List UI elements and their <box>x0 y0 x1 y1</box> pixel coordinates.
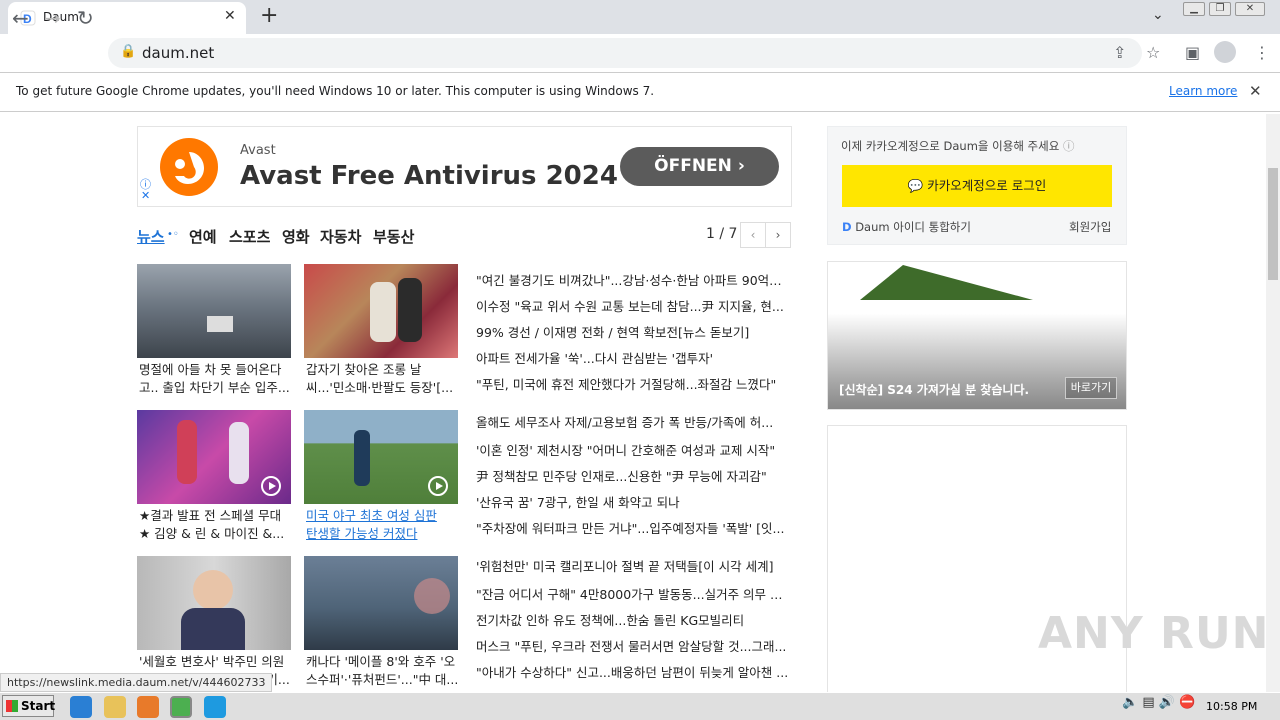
lock-icon[interactable]: 🔒 <box>120 44 136 59</box>
news-thumb-3[interactable] <box>137 410 291 504</box>
tab-close-icon[interactable]: ✕ <box>224 8 236 24</box>
news-thumb-caption[interactable]: 고.. 출입 차단기 부순 입주... <box>139 379 295 397</box>
ad-cta-label: ÖFFNEN <box>654 156 732 176</box>
share-icon[interactable]: ⇪ <box>1113 43 1126 62</box>
learn-more-link[interactable]: Learn more <box>1169 84 1237 98</box>
windows-flag-icon <box>6 700 18 712</box>
url-text[interactable]: daum.net <box>142 44 214 62</box>
news-thumb-caption[interactable]: '세월호 변호사' 박주민 의원 <box>139 653 295 671</box>
ad-close-icon[interactable]: ✕ <box>141 189 150 202</box>
kakao-login-button[interactable]: 💬 카카오계정으로 로그인 <box>842 165 1112 207</box>
info-icon[interactable]: ⓘ <box>1063 139 1075 153</box>
tab-cars[interactable]: 자동차 <box>320 226 361 247</box>
signup-link[interactable]: 회원가입 <box>1069 219 1111 235</box>
ad-brand: Avast <box>240 143 276 158</box>
menu-kebab-icon[interactable]: ⋮ <box>1254 43 1270 62</box>
banner-shape-icon <box>860 265 1033 300</box>
media-player-icon[interactable] <box>137 696 159 718</box>
tab-search-chevron-icon[interactable]: ⌄ <box>1152 7 1164 23</box>
tab-news-dots-icon: •◦ <box>167 229 179 240</box>
explorer-folder-icon[interactable] <box>104 696 126 718</box>
window-close-button[interactable]: ✕ <box>1235 2 1265 16</box>
ie-icon[interactable] <box>70 696 92 718</box>
headline-link[interactable]: 올해도 세무조사 자제/고용보험 증가 폭 반등/가족에 허... <box>476 412 792 431</box>
news-thumb-1[interactable] <box>137 264 291 358</box>
headline-link[interactable]: "잔금 어디서 구해" 4만8000가구 발동동...실거주 의무 완... <box>476 584 792 603</box>
status-url: https://newslink.media.daum.net/v/444602… <box>0 673 273 692</box>
back-arrow-icon[interactable]: ← <box>12 6 29 30</box>
headline-link[interactable]: 이수정 "육교 위서 수원 교통 보는데 참담...尹 지지율, 현... <box>476 296 792 315</box>
chrome-icon[interactable] <box>170 696 192 718</box>
headline-link[interactable]: '이혼 인정' 제천시장 "어머니 간호해준 여성과 교제 시작" <box>476 440 792 459</box>
headline-link[interactable]: "푸틴, 미국에 휴전 제안했다가 거절당해...좌절감 느꼈다" <box>476 374 792 393</box>
headline-link[interactable]: 머스크 "푸틴, 우크라 전쟁서 물러서면 암살당할 것...그래... <box>476 636 792 655</box>
integrate-label: Daum 아이디 통합하기 <box>855 220 971 234</box>
prev-page-button[interactable]: ‹ <box>740 222 766 248</box>
headline-link[interactable]: 99% 경선 / 이재명 전화 / 현역 확보전[뉴스 돋보기] <box>476 322 792 341</box>
ad-open-button[interactable]: ÖFFNEN › <box>620 147 779 186</box>
headline-link[interactable]: '산유국 꿈' 7광구, 한일 새 화약고 되나 <box>476 492 792 511</box>
reload-icon[interactable]: ↻ <box>77 6 94 30</box>
new-tab-button[interactable]: + <box>260 3 278 28</box>
avast-ad-banner[interactable]: Avast Avast Free Antivirus 2024 ÖFFNEN ›… <box>137 126 792 207</box>
news-thumb-6[interactable] <box>304 556 458 650</box>
side-panel-icon[interactable]: ▣ <box>1185 43 1200 62</box>
login-tip-text: 이제 카카오계정으로 Daum을 이용해 주세요 <box>841 139 1060 153</box>
infobar-message: To get future Google Chrome updates, you… <box>16 84 655 98</box>
banner-text: [신착순] S24 가져가실 분 찾습니다. <box>839 383 1030 397</box>
news-thumb-caption[interactable]: 씨...'민소매·반팔도 등장'[... <box>306 379 462 397</box>
headline-link[interactable]: 아파트 전세가율 '쑥'...다시 관심받는 '갭투자' <box>476 348 792 367</box>
news-thumb-caption[interactable]: 갑자기 찾아온 조롱 날 <box>306 361 462 379</box>
headline-link[interactable]: "주차장에 워터파크 만든 거냐"...입주예정자들 '폭발' [잇... <box>476 518 792 537</box>
news-thumb-caption[interactable]: ★ 김양 & 린 & 마이진 &... <box>139 525 295 543</box>
bookmark-star-icon[interactable]: ☆ <box>1146 43 1160 62</box>
login-tip: 이제 카카오계정으로 Daum을 이용해 주세요 ⓘ <box>841 138 1074 154</box>
taskbar <box>0 692 1280 720</box>
forward-arrow-icon[interactable]: → <box>44 6 61 30</box>
headline-link[interactable]: 전기차값 인하 유도 정책에...한숨 돌린 KG모빌리티 <box>476 610 792 629</box>
news-thumb-2[interactable] <box>304 264 458 358</box>
start-label: Start <box>21 699 56 713</box>
next-page-button[interactable]: › <box>765 222 791 248</box>
play-icon <box>428 476 448 496</box>
news-pager: 1 / 7 <box>706 226 738 242</box>
news-thumb-caption-link[interactable]: 탄생할 가능성 커졌다 <box>306 525 462 543</box>
profile-avatar-icon[interactable] <box>1214 41 1236 63</box>
news-thumb-caption[interactable]: 스수퍼'·'퓨처펀드'..."中 대... <box>306 671 462 689</box>
news-thumb-caption[interactable]: ★결과 발표 전 스페셜 무대 <box>139 507 295 525</box>
kakao-login-label: 카카오계정으로 로그인 <box>927 178 1047 193</box>
avast-logo-icon <box>160 138 218 196</box>
ad-headline: Avast Free Antivirus 2024 <box>240 161 618 191</box>
banner-go-button[interactable]: 바로가기 <box>1065 377 1117 399</box>
tab-sports[interactable]: 스포츠 <box>229 226 270 247</box>
scrollbar-thumb[interactable] <box>1268 168 1278 280</box>
infobar-close-icon[interactable]: ✕ <box>1249 82 1262 100</box>
tab-news[interactable]: 뉴스 <box>137 226 165 247</box>
restore-button[interactable]: ❐ <box>1209 2 1231 16</box>
news-thumb-caption-link[interactable]: 미국 야구 최초 여성 심판 <box>306 507 462 525</box>
daum-id-integrate-link[interactable]: D Daum 아이디 통합하기 <box>842 219 971 235</box>
news-thumb-caption[interactable]: 캐나다 '메이플 8'와 호주 '오 <box>306 653 462 671</box>
anyrun-watermark: ANY RUN <box>1038 608 1270 659</box>
tab-movies[interactable]: 영화 <box>282 226 310 247</box>
tab-entertainment[interactable]: 연예 <box>189 226 217 247</box>
start-button[interactable]: Start <box>2 695 56 717</box>
tab-realestate[interactable]: 부동산 <box>373 226 414 247</box>
headline-link[interactable]: 尹 정책참모 민주당 인재로...신용한 "尹 무능에 자괴감" <box>476 466 792 485</box>
chat-bubble-icon: 💬 <box>907 178 924 193</box>
news-thumb-4[interactable] <box>304 410 458 504</box>
play-icon <box>261 476 281 496</box>
system-tray[interactable]: 🔈 ▤ 🔊 ⛔ <box>1122 695 1195 710</box>
edge-icon[interactable] <box>204 696 226 718</box>
headline-link[interactable]: "아내가 수상하다" 신고...배웅하던 남편이 뒤늦게 알아챈 ... <box>476 662 792 681</box>
headline-link[interactable]: "여긴 불경기도 비껴갔나"...강남·성수·한남 아파트 90억대 ... <box>476 270 792 289</box>
minimize-button[interactable]: ▁ <box>1183 2 1205 16</box>
news-thumb-5[interactable] <box>137 556 291 650</box>
address-bar[interactable] <box>108 38 1142 68</box>
daum-logo-icon: D <box>842 220 852 234</box>
news-thumb-caption[interactable]: 명절에 아들 차 못 들어온다 <box>139 361 295 379</box>
headline-link[interactable]: '위험천만' 미국 캘리포니아 절벽 끝 저택들[이 시각 세계] <box>476 556 792 575</box>
clock: 10:58 PM <box>1206 700 1258 713</box>
